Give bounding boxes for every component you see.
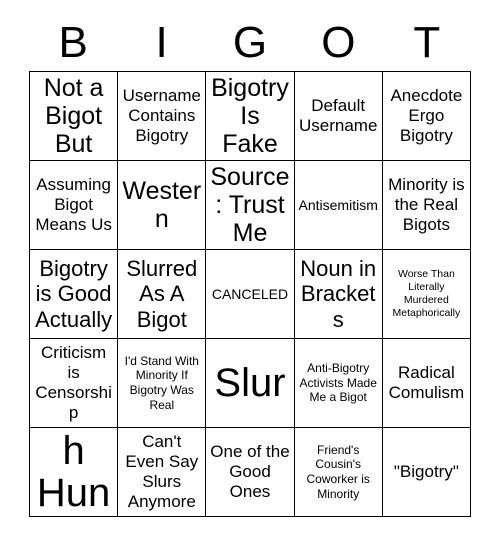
bingo-cell[interactable]: Bigotry is Good Actually [30, 250, 119, 339]
bingo-cell-label: Bigotry Is Fake [211, 74, 289, 158]
bingo-cell-label: Assuming Bigot Means Us [35, 174, 112, 235]
header-letter-5: T [413, 17, 441, 67]
bingo-cell[interactable]: Criticism is Censorship [30, 339, 119, 428]
bingo-cell-label: Username Contains Bigotry [122, 85, 201, 146]
bingo-cell-label: Slur [214, 361, 286, 405]
bingo-cell-label: Criticism is Censorship [35, 342, 112, 423]
bingo-cell-label: CANCELED [211, 285, 289, 302]
bingo-cell[interactable]: Slurred As A Bigot [118, 250, 207, 339]
bingo-cell[interactable]: Can't Even Say Slurs Anymore [118, 428, 207, 517]
bingo-cell[interactable]: Source: Trust Me [206, 161, 295, 250]
bingo-cell[interactable]: Antisemitism [294, 161, 383, 250]
bingo-cell[interactable]: Assuming Bigot Means Us [30, 161, 119, 250]
bingo-cell-label: Witch Hunt [35, 428, 113, 516]
bingo-cell-label: Slurred As A Bigot [126, 256, 198, 332]
bingo-cell[interactable]: Friend's Cousin's Coworker is Minority [294, 428, 383, 517]
bingo-cell[interactable]: Worse Than Literally Murdered Metaphoric… [382, 250, 471, 339]
header-letter-1: B [58, 17, 88, 67]
bingo-grid: Not a Bigot But Username Contains Bigotry… [29, 71, 471, 517]
bingo-cell[interactable]: I'd Stand With Minority If Bigotry Was R… [118, 339, 207, 428]
bingo-cell[interactable]: Radical Comulism [382, 339, 471, 428]
bingo-cell[interactable]: Not a Bigot But [30, 72, 119, 161]
bingo-cell-label: Can't Even Say Slurs Anymore [125, 431, 199, 512]
bingo-cell-label: I'd Stand With Minority If Bigotry Was R… [124, 353, 199, 412]
bingo-cell-label: "Bigotry" [393, 461, 459, 481]
bingo-card: B I G O T Not a Bigot But Username Contai… [0, 0, 500, 544]
bingo-header: B I G O T [29, 14, 471, 71]
bingo-cell-label: Anti-Bigotry Activists Made Me a Bigot [299, 361, 377, 405]
bingo-cell[interactable]: One of the Good Ones [206, 428, 295, 517]
bingo-cell[interactable]: Slur [206, 339, 295, 428]
header-letter-2: I [155, 17, 168, 67]
bingo-cell[interactable]: Minority is the Real Bigots [382, 161, 471, 250]
bingo-cell-label: Worse Than Literally Murdered Metaphoric… [392, 267, 461, 320]
bingo-cell-label: Default Username [298, 95, 378, 135]
bingo-cell-label: Anecdote Ergo Bigotry [390, 85, 463, 146]
bingo-cell[interactable]: Bigotry Is Fake [206, 72, 295, 161]
header-letter-4: O [321, 17, 356, 67]
bingo-cell-label: Antisemitism [298, 196, 378, 213]
header-letter-3: G [232, 17, 268, 67]
bingo-cell-label: One of the Good Ones [210, 441, 290, 502]
bingo-cell[interactable]: CANCELED [206, 250, 295, 339]
bingo-cell[interactable]: Anecdote Ergo Bigotry [382, 72, 471, 161]
bingo-cell-label: Minority is the Real Bigots [388, 174, 465, 235]
bingo-cell-label: Friend's Cousin's Coworker is Minority [306, 442, 370, 501]
bingo-cell[interactable]: Noun in Brackets [294, 250, 383, 339]
bingo-cell-label: Noun in Brackets [300, 256, 377, 332]
bingo-cell[interactable]: Default Username [294, 72, 383, 161]
bingo-cell-label: Bigotry is Good Actually [35, 256, 113, 332]
bingo-cell[interactable]: Western [118, 161, 207, 250]
bingo-cell[interactable]: Witch Hunt [30, 428, 119, 517]
bingo-cell-label: Radical Comulism [388, 362, 465, 402]
bingo-cell[interactable]: Username Contains Bigotry [118, 72, 207, 161]
bingo-cell[interactable]: "Bigotry" [382, 428, 471, 517]
bingo-cell-label: Not a Bigot But [43, 74, 104, 158]
bingo-cell-label: Western [122, 177, 202, 233]
bingo-cell-label: Source: Trust Me [210, 163, 290, 247]
bingo-cell[interactable]: Anti-Bigotry Activists Made Me a Bigot [294, 339, 383, 428]
